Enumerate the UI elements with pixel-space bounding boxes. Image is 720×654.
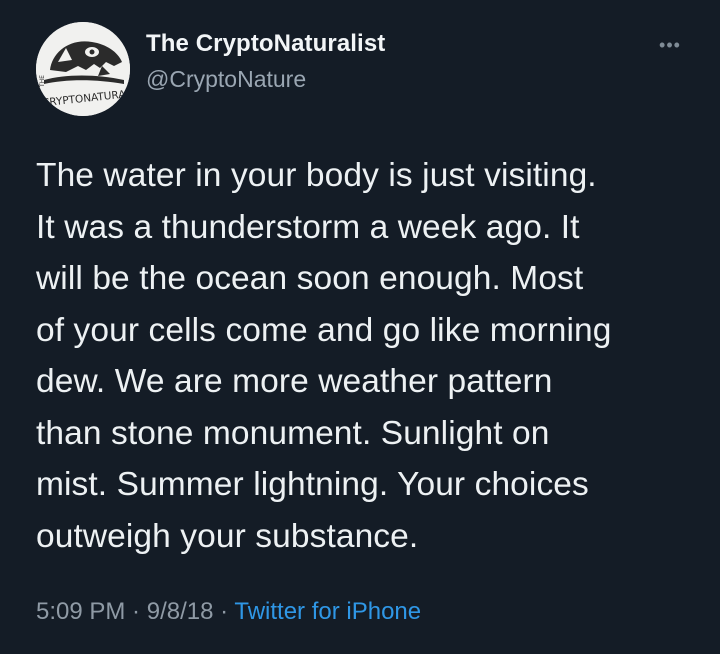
user-handle[interactable]: @CryptoNature	[146, 66, 306, 93]
more-options-icon[interactable]: •••	[650, 30, 690, 60]
avatar-prefix-text: THE	[39, 75, 46, 88]
tweet-source-link[interactable]: Twitter for iPhone	[234, 598, 421, 625]
meta-separator: ·	[213, 598, 235, 625]
tweet-text: The water in your body is just visiting.…	[36, 157, 612, 555]
skull-logo-icon: CRYPTONATURALIST THE	[36, 22, 130, 116]
tweet-date[interactable]: 9/8/18	[147, 598, 214, 625]
display-name[interactable]: The CryptoNaturalist	[146, 30, 385, 58]
tweet-time[interactable]: 5:09 PM	[36, 598, 125, 625]
meta-separator: ·	[125, 598, 147, 625]
tweet-meta: 5:09 PM · 9/8/18 · Twitter for iPhone	[36, 598, 421, 626]
avatar[interactable]: CRYPTONATURALIST THE	[36, 22, 130, 116]
tweet-card: CRYPTONATURALIST THE The CryptoNaturalis…	[0, 0, 720, 654]
